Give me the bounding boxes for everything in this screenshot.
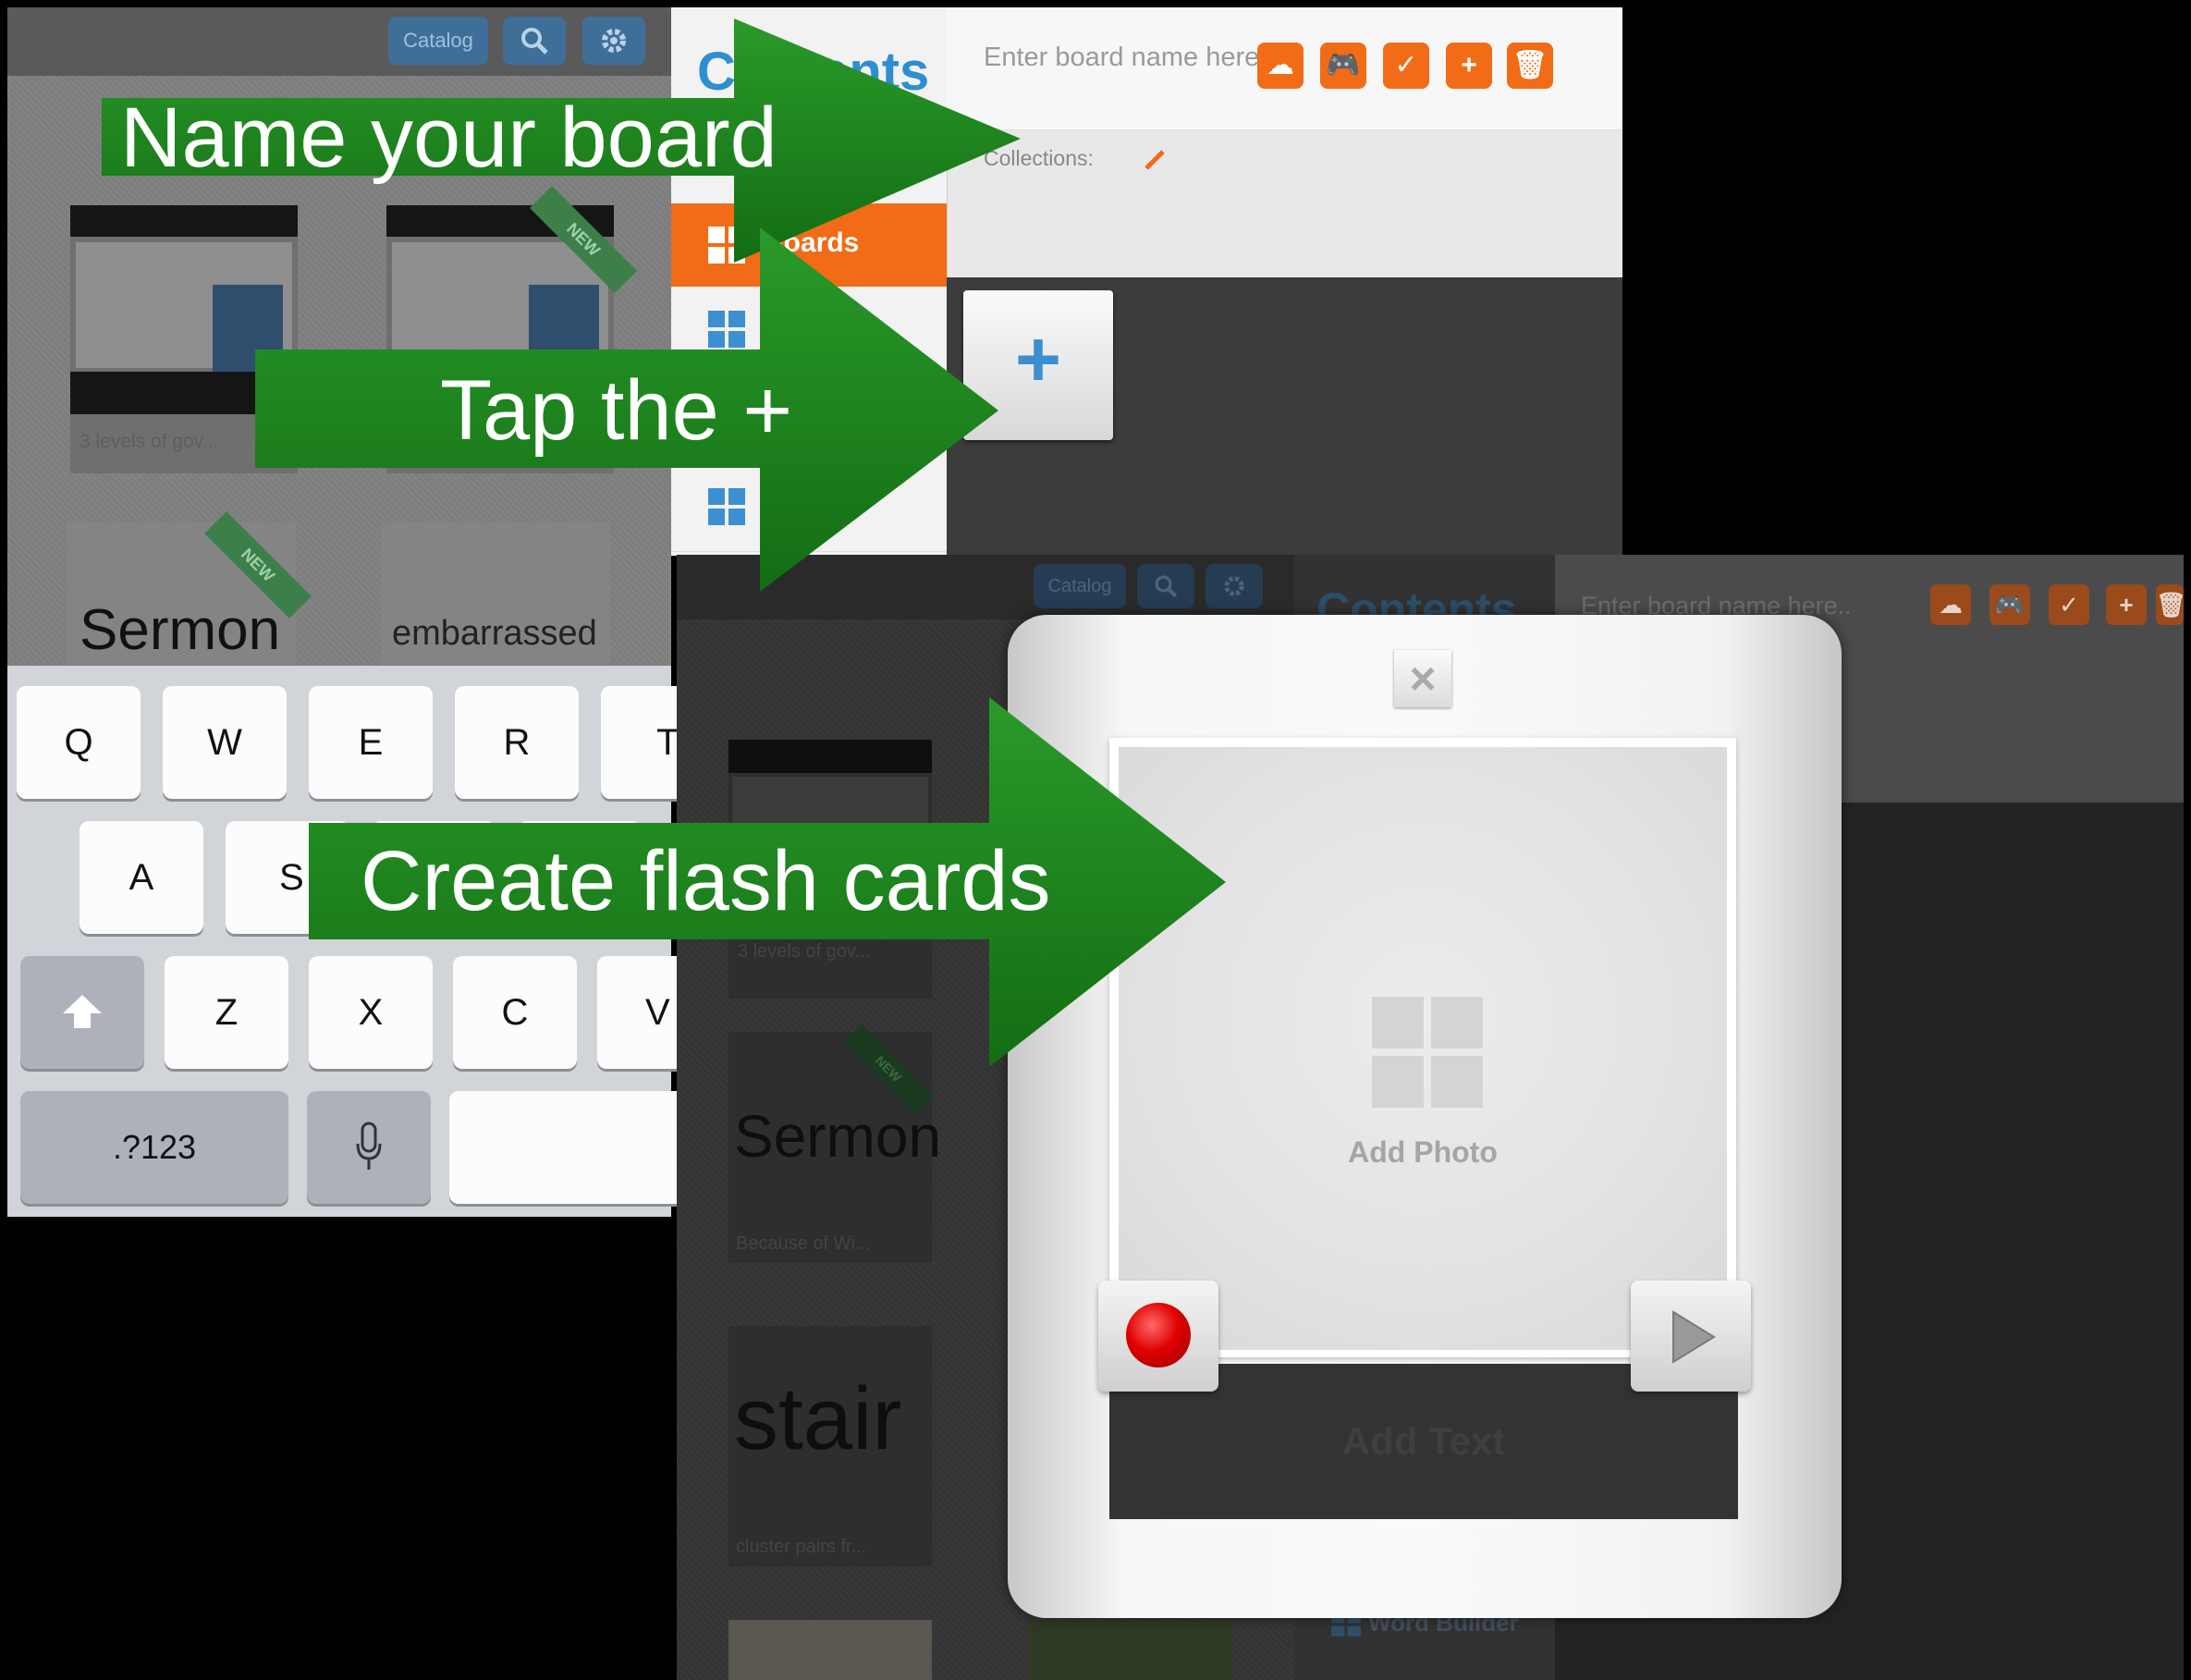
upload-button[interactable]: ☁	[1930, 584, 1971, 625]
board-card-thumbnail[interactable]	[1028, 1620, 1231, 1680]
catalog-button[interactable]: Catalog	[1034, 564, 1126, 608]
callout-tap-plus: Tap the +	[255, 227, 998, 592]
upload-icon: ☁	[1267, 50, 1294, 80]
add-button[interactable]: +	[1446, 43, 1492, 89]
word-label: embarrassed	[392, 614, 597, 653]
search-icon	[1155, 575, 1178, 598]
word-card[interactable]: stair cluster pairs fr...	[728, 1326, 932, 1566]
board-header: Enter board name here.. ☁ 🎮 ✓ + 🗑 Collec…	[947, 7, 1622, 170]
key-q[interactable]: Q	[17, 686, 141, 799]
callout-text: Tap the +	[440, 363, 792, 458]
check-icon: ✓	[1394, 50, 1418, 80]
photo-grid-icon	[1372, 997, 1483, 1108]
settings-button[interactable]	[1206, 564, 1263, 608]
trash-icon: 🗑	[1512, 50, 1548, 80]
add-photo-label: Add Photo	[1348, 1135, 1498, 1169]
pencil-icon[interactable]	[1143, 148, 1167, 172]
numbers-key[interactable]: .?123	[20, 1091, 288, 1204]
dictation-key[interactable]	[307, 1091, 431, 1204]
upload-button[interactable]: ☁	[1257, 43, 1304, 89]
add-button[interactable]: +	[2106, 584, 2147, 625]
delete-button[interactable]: 🗑	[1507, 43, 1553, 89]
microphone-icon	[356, 1122, 382, 1170]
gamepad-icon: 🎮	[1994, 591, 2026, 619]
record-button[interactable]	[1098, 1281, 1218, 1392]
play-icon	[1672, 1310, 1716, 1364]
delete-button[interactable]: 🗑	[2156, 584, 2184, 625]
play-button[interactable]	[1631, 1281, 1751, 1392]
search-button[interactable]	[1137, 564, 1194, 608]
gamepad-icon: 🎮	[1326, 50, 1361, 80]
check-button[interactable]: ✓	[1383, 43, 1429, 89]
key-a[interactable]: A	[80, 821, 203, 934]
word-label: Sermon	[734, 1103, 942, 1170]
game-button[interactable]: 🎮	[1320, 43, 1366, 89]
gear-icon	[1224, 576, 1244, 596]
callout-create-cards: Create flash cards	[309, 697, 1226, 1067]
board-card-thumbnail[interactable]	[728, 1620, 932, 1680]
key-z[interactable]: Z	[165, 956, 288, 1069]
word-label: Sermon	[80, 598, 281, 662]
add-text-label: Add Text	[1341, 1419, 1506, 1463]
shift-key[interactable]	[20, 956, 144, 1069]
card-label: 3 levels of gov...	[80, 431, 219, 452]
plus-icon: +	[2119, 591, 2134, 619]
key-w[interactable]: W	[163, 686, 287, 799]
shift-icon	[63, 995, 102, 1028]
card-label: Because of Wi...	[736, 1233, 871, 1254]
record-icon	[1126, 1303, 1191, 1367]
card-label: cluster pairs fr...	[736, 1537, 867, 1557]
word-label: stair	[734, 1369, 902, 1468]
callout-text: Name your board	[120, 91, 777, 185]
game-button[interactable]: 🎮	[1989, 584, 2030, 625]
callout-text: Create flash cards	[361, 834, 1051, 928]
plus-icon: +	[1461, 50, 1477, 80]
close-button[interactable]: ×	[1394, 650, 1451, 707]
check-button[interactable]: ✓	[2049, 584, 2089, 625]
check-icon: ✓	[2059, 591, 2079, 619]
close-icon: ×	[1409, 653, 1437, 705]
upload-icon: ☁	[1939, 591, 1963, 619]
trash-icon: 🗑	[2156, 591, 2184, 619]
